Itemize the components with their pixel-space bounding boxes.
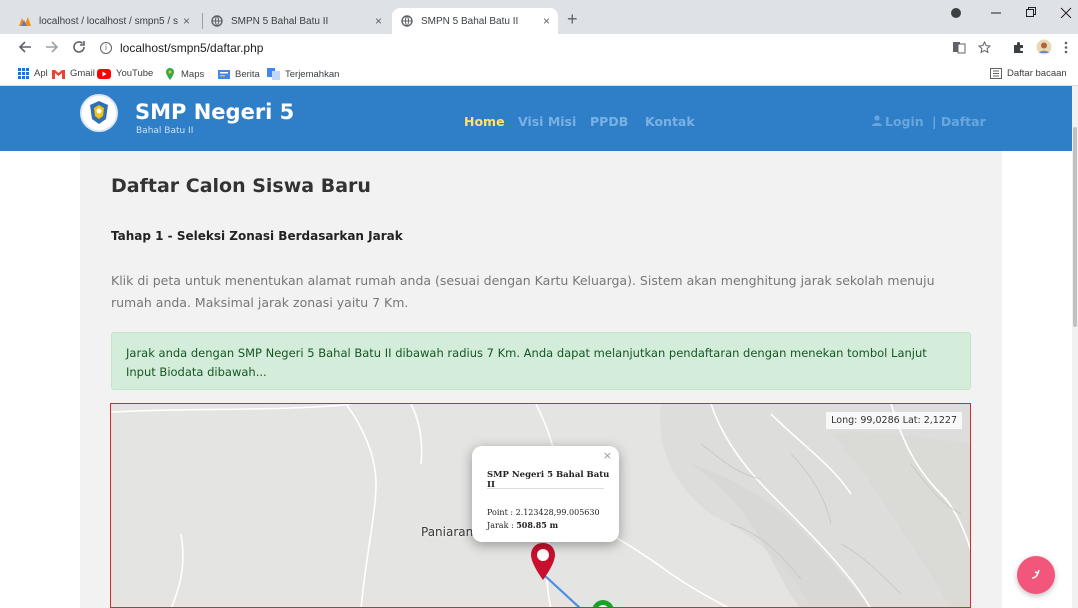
restore-icon[interactable]	[1025, 6, 1037, 21]
bookmark-label: Terjemahkan	[285, 68, 340, 80]
close-window-icon[interactable]	[1060, 6, 1072, 21]
reading-list[interactable]: Daftar bacaan	[990, 68, 1067, 79]
address-bar[interactable]: localhost/smpn5/daftar.php	[120, 41, 263, 55]
maps-icon	[164, 68, 176, 80]
nav-kontak[interactable]: Kontak	[645, 114, 695, 129]
globe-icon	[210, 14, 224, 28]
tab-title: SMPN 5 Bahal Batu II	[421, 15, 519, 27]
bookmark-label: Apl	[34, 68, 48, 79]
tab-close-icon[interactable]: ×	[183, 14, 190, 28]
youtube-icon	[97, 68, 111, 79]
bookmarks-bar: Apl Gmail YouTube Maps Berita Terjemahka…	[0, 62, 1078, 86]
tab-close-icon[interactable]: ×	[375, 14, 382, 28]
bookmark-label: YouTube	[116, 68, 154, 79]
nav-home[interactable]: Home	[464, 114, 505, 129]
browser-tab-phpmyadmin[interactable]: localhost / localhost / smpn5 / s ×	[18, 8, 198, 34]
apps-grid-icon	[18, 68, 29, 79]
cursor-coordinates: Long: 99,0286 Lat: 2,1227	[826, 412, 962, 429]
user-icon	[872, 114, 882, 129]
marker-popup: × SMP Negeri 5 Bahal Batu II Point : 2.1…	[472, 446, 619, 542]
bookmark-label: Berita	[235, 68, 260, 80]
instruction-text: Klik di peta untuk menentukan alamat rum…	[111, 273, 935, 310]
popup-distance-value: 508.85 m	[516, 520, 559, 530]
scroll-up-arrow-icon	[1031, 569, 1040, 579]
popup-title: SMP Negeri 5 Bahal Batu II	[487, 470, 610, 490]
reading-list-label: Daftar bacaan	[1007, 68, 1067, 79]
phpmyadmin-icon	[18, 14, 32, 28]
new-tab-button[interactable]: +	[567, 9, 578, 30]
popup-distance-label: Jarak :	[487, 521, 517, 530]
site-brand-title[interactable]: SMP Negeri 5	[135, 100, 294, 124]
nav-ppdb[interactable]: PPDB	[590, 114, 628, 129]
bookmark-gmail[interactable]: Gmail	[52, 68, 95, 79]
extensions-puzzle-icon[interactable]	[1012, 41, 1025, 58]
school-marker-icon[interactable]	[529, 542, 557, 582]
popup-close-icon[interactable]: ×	[603, 449, 612, 462]
popup-distance: Jarak : 508.85 m	[487, 520, 558, 530]
bookmark-terjemahkan[interactable]: Terjemahkan	[267, 68, 339, 80]
profile-dot-icon[interactable]	[950, 6, 962, 21]
popup-point: Point : 2.123428,99.005630	[487, 508, 600, 517]
translate-icon	[267, 68, 280, 80]
site-brand-subtitle: Bahal Batu II	[136, 126, 194, 136]
browser-tab-smpn5[interactable]: SMPN 5 Bahal Batu II ×	[210, 8, 390, 34]
bookmark-berita[interactable]: Berita	[218, 68, 260, 80]
bookmark-youtube[interactable]: YouTube	[97, 68, 153, 79]
browser-tab-bar: localhost / localhost / smpn5 / s × SMPN…	[0, 0, 1078, 34]
reload-icon[interactable]	[72, 40, 86, 58]
bookmark-label: Gmail	[70, 68, 95, 79]
browser-toolbar: i localhost/smpn5/daftar.php	[0, 34, 1078, 62]
map-place-label: Paniaran	[421, 525, 474, 539]
success-alert: Jarak anda dengan SMP Negeri 5 Bahal Bat…	[111, 332, 971, 390]
translate-icon[interactable]	[952, 41, 966, 58]
bookmark-apps[interactable]: Apl	[18, 68, 48, 79]
nav-visi-misi[interactable]: Visi Misi	[518, 114, 576, 129]
gmail-icon	[52, 69, 65, 79]
nav-daftar[interactable]: | Daftar	[932, 114, 986, 129]
popup-divider	[487, 488, 604, 489]
globe-icon	[400, 14, 414, 28]
reading-list-icon	[990, 68, 1002, 79]
site-info-icon[interactable]: i	[100, 42, 112, 54]
news-icon	[218, 68, 230, 80]
forward-arrow-icon[interactable]	[45, 40, 59, 58]
home-marker-icon[interactable]	[589, 598, 617, 608]
tab-title: localhost / localhost / smpn5 / s	[39, 15, 178, 27]
tab-divider	[202, 13, 203, 29]
step-heading: Tahap 1 - Seleksi Zonasi Berdasarkan Jar…	[111, 229, 403, 243]
nav-login[interactable]: Login	[885, 114, 924, 129]
bookmark-maps[interactable]: Maps	[164, 68, 204, 80]
back-arrow-icon[interactable]	[18, 40, 32, 58]
site-navbar: SMP Negeri 5 Bahal Batu II Home Visi Mis…	[0, 86, 1072, 151]
school-logo[interactable]	[80, 94, 118, 132]
page-title: Daftar Calon Siswa Baru	[111, 175, 371, 197]
minimize-icon[interactable]	[990, 6, 1002, 21]
bookmark-star-icon[interactable]	[977, 40, 992, 58]
scroll-top-button[interactable]	[1017, 556, 1055, 594]
browser-tab-active[interactable]: SMPN 5 Bahal Batu II ×	[392, 8, 558, 34]
tab-title: SMPN 5 Bahal Batu II	[231, 15, 329, 27]
profile-avatar-icon[interactable]	[1036, 39, 1052, 59]
bookmark-label: Maps	[181, 68, 205, 80]
zonation-map[interactable]: Long: 99,0286 Lat: 2,1227 Paniaran × SMP…	[110, 403, 971, 608]
menu-kebab-icon[interactable]	[1064, 41, 1068, 58]
tab-close-icon[interactable]: ×	[543, 14, 550, 28]
page-scrollbar-thumb[interactable]	[1073, 127, 1077, 327]
